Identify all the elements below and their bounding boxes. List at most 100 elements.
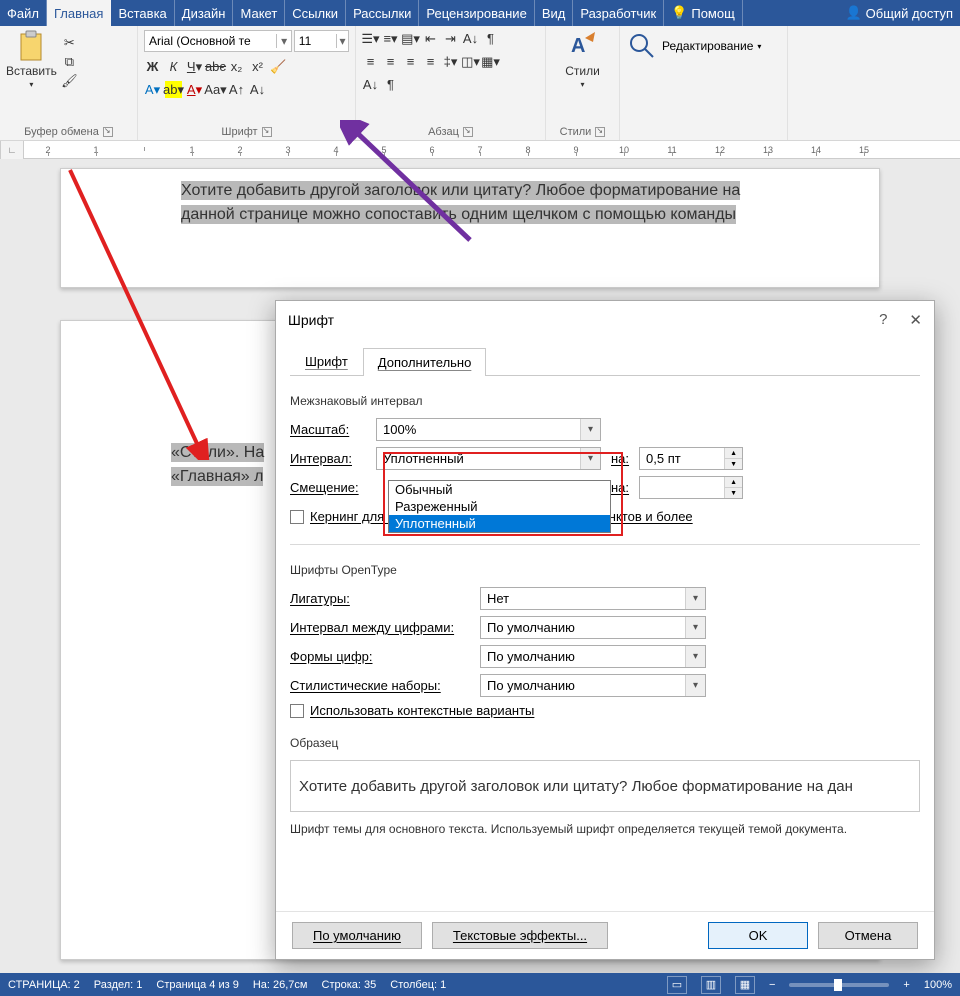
borders-button[interactable]: ▦▾ — [482, 53, 499, 70]
selected-text[interactable]: Хотите добавить другой заголовок или цит… — [181, 181, 740, 200]
font-name-combo[interactable]: ▾ — [144, 30, 292, 52]
selected-text[interactable]: «Главная» л — [171, 467, 263, 486]
bold-button[interactable]: Ж — [144, 58, 161, 75]
zoom-in-button[interactable]: + — [903, 979, 909, 991]
spin-down-icon[interactable]: ▼ — [725, 488, 742, 498]
find-button[interactable] — [626, 30, 658, 62]
tab-selector[interactable]: ∟ — [0, 141, 24, 159]
align-left-button[interactable]: ≡ — [362, 53, 379, 70]
sort-button[interactable]: A↓ — [462, 30, 479, 47]
tab-file[interactable]: Файл — [0, 0, 47, 26]
change-case-button[interactable]: Aa▾ — [207, 81, 224, 98]
ligatures-combo[interactable]: Нет▾ — [480, 587, 706, 610]
show-marks-button[interactable]: ¶ — [482, 30, 499, 47]
highlight-button[interactable]: ab▾ — [165, 81, 182, 98]
decrease-indent-button[interactable]: ⇤ — [422, 30, 439, 47]
cut-icon[interactable]: ✂ — [61, 34, 78, 51]
status-at[interactable]: На: 26,7см — [253, 979, 308, 991]
tab-developer[interactable]: Разработчик — [573, 0, 664, 26]
text-effects-button[interactable]: A▾ — [144, 81, 161, 98]
text-effects-button[interactable]: Текстовые эффекты... — [432, 922, 608, 949]
dialog-tab-advanced[interactable]: Дополнительно — [363, 348, 487, 376]
status-line[interactable]: Строка: 35 — [322, 979, 377, 991]
zoom-slider[interactable] — [789, 983, 889, 987]
read-mode-icon[interactable]: ▭ — [667, 976, 687, 994]
paste-button[interactable]: Вставить▾ — [6, 30, 57, 89]
zoom-level[interactable]: 100% — [924, 979, 952, 991]
chevron-down-icon[interactable]: ▾ — [580, 448, 600, 469]
status-page-of[interactable]: Страница 4 из 9 — [156, 979, 238, 991]
tab-insert[interactable]: Вставка — [111, 0, 174, 26]
selected-text[interactable]: данной странице можно сопоставить одним … — [181, 205, 736, 224]
spin-down-icon[interactable]: ▼ — [725, 459, 742, 469]
shrink-font-button[interactable]: A↓ — [249, 81, 266, 98]
chevron-down-icon[interactable]: ▾ — [685, 617, 705, 638]
position-by-spinner[interactable]: ▲▼ — [639, 476, 743, 499]
bullets-button[interactable]: ☰▾ — [362, 30, 379, 47]
tab-layout[interactable]: Макет — [233, 0, 285, 26]
spin-up-icon[interactable]: ▲ — [725, 448, 742, 459]
chevron-down-icon[interactable]: ▾ — [685, 588, 705, 609]
font-dialog-launcher[interactable] — [262, 127, 272, 137]
set-default-button[interactable]: По умолчанию — [292, 922, 422, 949]
align-right-button[interactable]: ≡ — [402, 53, 419, 70]
multilevel-button[interactable]: ▤▾ — [402, 30, 419, 47]
font-color-button[interactable]: A▾ — [186, 81, 203, 98]
web-layout-icon[interactable]: ▦ — [735, 976, 755, 994]
tell-me[interactable]: 💡Помощ — [664, 0, 743, 26]
spin-up-icon[interactable]: ▲ — [725, 477, 742, 488]
justify-button[interactable]: ≡ — [422, 53, 439, 70]
spacing-combo[interactable]: Уплотненный▾ — [376, 447, 601, 470]
editing-label[interactable]: Редактирование — [662, 39, 753, 53]
superscript-button[interactable]: x² — [249, 58, 266, 75]
tab-design[interactable]: Дизайн — [175, 0, 234, 26]
grow-font-button[interactable]: A↑ — [228, 81, 245, 98]
styles-dialog-launcher[interactable] — [595, 127, 605, 137]
document-page[interactable]: Хотите добавить другой заголовок или цит… — [60, 168, 880, 288]
status-page[interactable]: СТРАНИЦА: 2 — [8, 979, 80, 991]
selected-text[interactable]: «Стили». На — [171, 443, 264, 462]
tab-references[interactable]: Ссылки — [285, 0, 346, 26]
styles-button[interactable]: A Стили▾ — [552, 30, 613, 89]
spacing-option-normal[interactable]: Обычный — [389, 481, 610, 498]
chevron-down-icon[interactable]: ▾ — [276, 34, 290, 48]
shading-button[interactable]: ◫▾ — [462, 53, 479, 70]
paragraph-dialog-launcher[interactable] — [463, 127, 473, 137]
align-center-button[interactable]: ≡ — [382, 53, 399, 70]
help-button[interactable]: ? — [879, 311, 887, 329]
chevron-down-icon[interactable]: ▾ — [685, 646, 705, 667]
horizontal-ruler[interactable]: ∟ 21123456789101112131415 — [0, 141, 960, 159]
line-spacing-button[interactable]: ‡▾ — [442, 53, 459, 70]
spacing-dropdown-list[interactable]: Обычный Разреженный Уплотненный — [388, 480, 611, 533]
zoom-out-button[interactable]: − — [769, 979, 775, 991]
subscript-button[interactable]: x₂ — [228, 58, 245, 75]
chevron-down-icon[interactable]: ▾ — [580, 419, 600, 440]
sort-button-2[interactable]: A↓ — [362, 76, 379, 93]
tab-mailings[interactable]: Рассылки — [346, 0, 419, 26]
spacing-option-expanded[interactable]: Разреженный — [389, 498, 610, 515]
num-spacing-combo[interactable]: По умолчанию▾ — [480, 616, 706, 639]
tab-home[interactable]: Главная — [47, 0, 111, 26]
share-button[interactable]: 👤 Общий доступ — [839, 0, 960, 26]
num-forms-combo[interactable]: По умолчанию▾ — [480, 645, 706, 668]
clear-formatting-button[interactable]: 🧹 — [270, 58, 287, 75]
clipboard-dialog-launcher[interactable] — [103, 127, 113, 137]
status-section[interactable]: Раздел: 1 — [94, 979, 143, 991]
italic-button[interactable]: К — [165, 58, 182, 75]
increase-indent-button[interactable]: ⇥ — [442, 30, 459, 47]
dialog-tab-font[interactable]: Шрифт — [290, 347, 363, 375]
scale-combo[interactable]: 100%▾ — [376, 418, 601, 441]
close-button[interactable]: ✕ — [909, 311, 922, 329]
numbering-button[interactable]: ≡▾ — [382, 30, 399, 47]
copy-icon[interactable]: ⧉ — [61, 53, 78, 70]
tab-review[interactable]: Рецензирование — [419, 0, 534, 26]
stylistic-sets-combo[interactable]: По умолчанию▾ — [480, 674, 706, 697]
cancel-button[interactable]: Отмена — [818, 922, 918, 949]
status-column[interactable]: Столбец: 1 — [390, 979, 446, 991]
chevron-down-icon[interactable]: ▾ — [336, 34, 348, 48]
strike-button[interactable]: abє — [207, 58, 224, 75]
tab-view[interactable]: Вид — [535, 0, 574, 26]
print-layout-icon[interactable]: ▥ — [701, 976, 721, 994]
underline-button[interactable]: Ч▾ — [186, 58, 203, 75]
contextual-alternates-checkbox[interactable]: Использовать контекстные варианты — [290, 703, 534, 718]
